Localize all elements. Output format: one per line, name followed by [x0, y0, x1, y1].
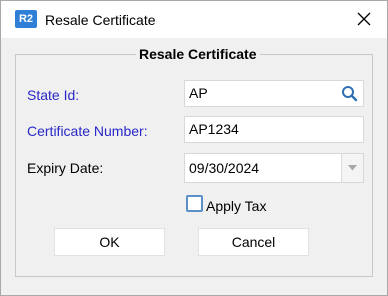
close-button[interactable]: [341, 1, 387, 38]
certificate-number-value: AP1234: [189, 121, 239, 137]
state-id-value: AP: [189, 85, 208, 101]
chevron-down-icon: [348, 165, 357, 171]
certificate-number-label: Certificate Number:: [27, 123, 148, 139]
certificate-number-input[interactable]: AP1234: [184, 116, 364, 143]
title-bar: R2 Resale Certificate: [1, 1, 387, 38]
ok-button[interactable]: OK: [54, 228, 165, 256]
expiry-date-combo[interactable]: 09/30/2024: [184, 153, 364, 183]
cancel-button[interactable]: Cancel: [198, 228, 309, 256]
expiry-date-dropdown-button[interactable]: [341, 154, 363, 182]
expiry-date-value: 09/30/2024: [189, 160, 260, 176]
window-title: Resale Certificate: [45, 12, 156, 28]
close-icon: [357, 12, 371, 26]
resale-certificate-dialog: R2 Resale Certificate Resale Certificate…: [0, 0, 388, 296]
group-legend: Resale Certificate: [136, 45, 260, 63]
apply-tax-label[interactable]: Apply Tax: [206, 197, 266, 215]
app-icon: R2: [15, 10, 37, 28]
state-id-label: State Id:: [27, 87, 80, 103]
state-id-input[interactable]: AP: [184, 80, 364, 107]
search-icon[interactable]: [341, 85, 358, 102]
expiry-date-label: Expiry Date:: [27, 160, 104, 176]
apply-tax-checkbox[interactable]: [186, 195, 203, 212]
